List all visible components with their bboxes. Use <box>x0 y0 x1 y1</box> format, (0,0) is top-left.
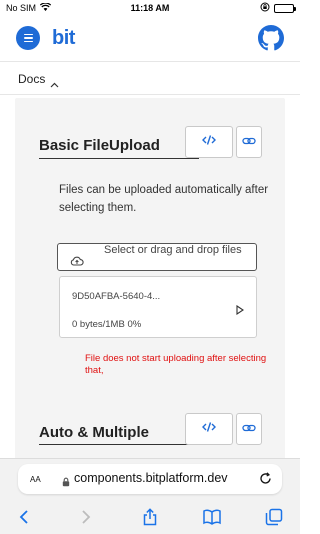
section-title-auto-multiple: Auto & Multiple <box>39 424 149 441</box>
code-icon <box>202 133 216 151</box>
tabs-icon[interactable] <box>264 507 284 527</box>
share-icon[interactable] <box>140 507 160 527</box>
code-button[interactable] <box>185 126 233 158</box>
url-text: components.bitplatform.dev <box>74 471 228 485</box>
reload-icon[interactable] <box>259 472 272 490</box>
chevron-up-icon <box>50 75 59 93</box>
address-bar[interactable]: AA components.bitplatform.dev <box>18 464 282 494</box>
orientation-lock-icon <box>260 2 270 14</box>
link-button[interactable] <box>236 413 262 445</box>
app-header: bit <box>0 18 300 62</box>
section-underline <box>39 158 199 159</box>
file-progress: 0 bytes/1MB 0% <box>72 319 142 330</box>
docs-bar[interactable]: Docs <box>0 63 300 95</box>
upload-button-label: Select or drag and drop files <box>104 244 242 256</box>
link-icon <box>242 133 256 151</box>
bit-logo[interactable]: bit <box>52 27 75 50</box>
play-icon[interactable] <box>236 302 244 320</box>
forward-icon[interactable] <box>76 507 96 527</box>
status-right <box>260 2 296 14</box>
section-title-basic-fileupload: Basic FileUpload <box>39 137 160 154</box>
code-button[interactable] <box>185 413 233 445</box>
error-message: File does not start uploading after sele… <box>85 353 267 376</box>
demo-panel: Basic FileUpload Files can be uploaded a… <box>15 98 285 458</box>
link-button[interactable] <box>236 126 262 158</box>
docs-label: Docs <box>18 72 46 86</box>
file-name: 9D50AFBA-5640-4... <box>72 291 161 302</box>
status-time: 11:18 AM <box>130 3 170 13</box>
menu-icon <box>23 33 33 43</box>
cloud-upload-icon <box>70 253 84 270</box>
browser-toolbar <box>0 503 300 531</box>
section-underline <box>39 444 199 445</box>
file-item: 9D50AFBA-5640-4... 0 bytes/1MB 0% <box>59 276 257 338</box>
link-icon <box>242 420 256 438</box>
status-bar: No SIM 11:18 AM <box>0 0 300 18</box>
github-icon[interactable] <box>258 25 284 51</box>
battery-icon <box>274 3 296 13</box>
code-icon <box>202 420 216 438</box>
menu-button[interactable] <box>16 26 40 50</box>
lock-icon <box>62 474 70 492</box>
file-upload-button[interactable]: Select or drag and drop files <box>57 243 257 271</box>
bookmarks-icon[interactable] <box>202 507 222 527</box>
back-icon[interactable] <box>14 507 34 527</box>
section-description: Files can be uploaded automatically afte… <box>59 184 269 214</box>
reader-aa-button[interactable]: AA <box>30 473 41 485</box>
browser-bar: AA components.bitplatform.dev <box>0 458 300 534</box>
content-area: Basic FileUpload Files can be uploaded a… <box>0 96 300 458</box>
